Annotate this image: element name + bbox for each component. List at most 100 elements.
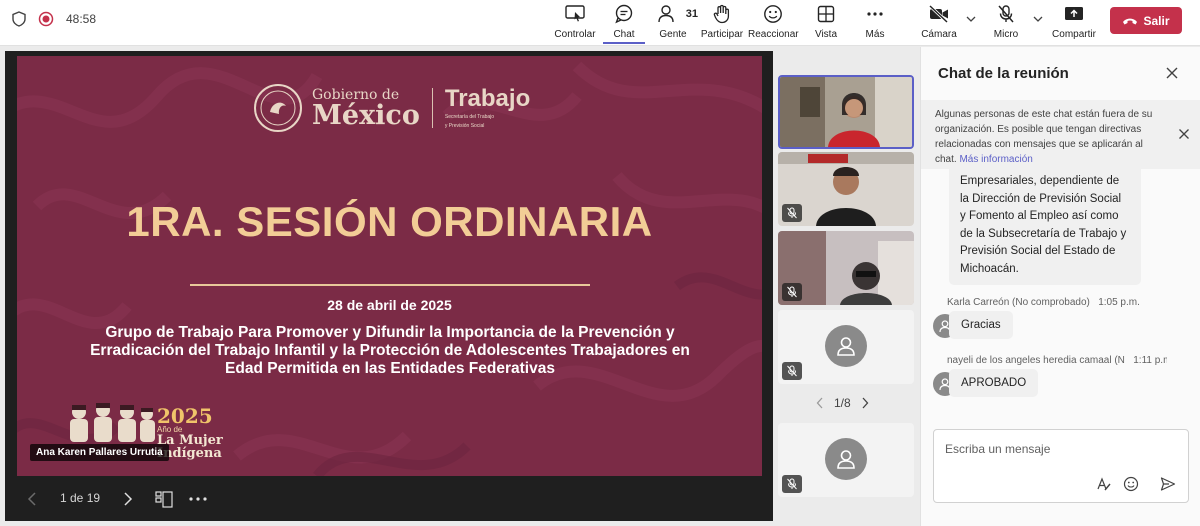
chat-button[interactable]: Chat — [599, 4, 649, 44]
message-compose-box[interactable]: Escriba un mensaje — [933, 429, 1189, 503]
mic-off-icon — [787, 207, 797, 219]
send-icon[interactable] — [1160, 476, 1176, 492]
more-button[interactable]: Más — [850, 4, 900, 40]
mic-label: Micro — [993, 29, 1019, 40]
people-label: Gente — [659, 29, 687, 40]
message-meta: nayeli de los angeles heredia camaal (N … — [947, 355, 1167, 366]
smiley-icon — [764, 5, 782, 23]
close-icon[interactable] — [1178, 128, 1190, 140]
person-icon — [837, 337, 855, 356]
people-icon — [658, 5, 674, 23]
indigenous-women-illustration — [70, 403, 155, 442]
logo-right-sub1: Secretaría del Trabajo — [444, 114, 495, 120]
presenter-name: Ana Karen Pallares Urrutia — [30, 444, 169, 461]
next-slide-icon[interactable] — [123, 492, 133, 506]
emoji-icon[interactable] — [1123, 476, 1139, 492]
logo-divider — [431, 88, 433, 128]
slide-more-icon[interactable] — [189, 497, 207, 501]
participant-tile[interactable] — [778, 310, 914, 384]
participant-gallery: 1/8 — [776, 72, 916, 524]
gob-wordmark: Gobierno de México — [312, 88, 420, 129]
mic-off-icon — [787, 478, 797, 490]
gallery-pager: 1/8 — [816, 396, 869, 410]
active-indicator — [603, 42, 645, 44]
logo-right: Trabajo — [444, 85, 531, 112]
chat-label: Chat — [613, 29, 635, 40]
logo-right-sub2: y Previsión Social — [444, 123, 485, 129]
person-icon — [837, 450, 855, 469]
slide-page-indicator: 1 de 19 — [60, 491, 101, 505]
mic-off-icon — [998, 5, 1014, 23]
more-label: Más — [865, 29, 885, 40]
compose-placeholder: Escriba un mensaje — [945, 442, 1051, 456]
gallery-next-icon[interactable] — [861, 397, 869, 409]
external-users-banner: Algunas personas de este chat están fuer… — [921, 100, 1200, 169]
avatar — [825, 438, 867, 480]
gallery-prev-icon[interactable] — [816, 397, 824, 409]
control-label: Controlar — [554, 29, 596, 40]
chat-panel: Chat de la reunión Algunas personas de e… — [920, 47, 1200, 526]
message-time: 1:05 p.m. — [1098, 297, 1140, 308]
more-info-link[interactable]: Más información — [959, 154, 1032, 165]
share-screen-control-icon — [565, 5, 585, 22]
meeting-timer: 48:58 — [66, 12, 97, 26]
slide-description: Grupo de Trabajo Para Promover y Difundi… — [90, 324, 690, 377]
leave-button[interactable]: Salir — [1110, 7, 1182, 34]
control-button[interactable]: Controlar — [550, 4, 600, 40]
recording-icon — [38, 11, 54, 27]
muted-indicator — [782, 362, 802, 380]
muted-indicator — [782, 475, 802, 493]
view-label: Vista — [814, 29, 838, 40]
camera-label: Cámara — [921, 29, 957, 40]
participant-tile[interactable] — [778, 423, 914, 497]
participant-video — [780, 77, 912, 147]
participant-tile[interactable] — [778, 152, 914, 226]
view-button[interactable]: Vista — [801, 4, 851, 40]
react-label: Reaccionar — [748, 29, 799, 40]
muted-indicator — [782, 283, 802, 301]
chat-message: APROBADO — [949, 369, 1039, 397]
message-meta: Karla Carreón (No comprobado) 1:05 p.m. — [947, 297, 1140, 308]
message-author: nayeli de los angeles heredia camaal (N — [947, 355, 1125, 366]
grid-view-icon — [817, 5, 835, 23]
muted-indicator — [782, 204, 802, 222]
message-author: Karla Carreón (No comprobado) — [947, 297, 1090, 308]
camera-button[interactable]: Cámara — [914, 4, 964, 40]
gallery-page: 1/8 — [834, 396, 851, 410]
leave-label: Salir — [1143, 13, 1170, 28]
slide-rule — [190, 284, 590, 286]
year-number: 2025 — [157, 404, 213, 428]
camera-off-icon — [928, 4, 949, 24]
participant-tile[interactable] — [778, 231, 914, 305]
camera-options-chevron-icon[interactable] — [965, 14, 977, 24]
people-button[interactable]: 31 Gente — [648, 4, 698, 40]
chat-title: Chat de la reunión — [938, 65, 1069, 82]
mic-button[interactable]: Micro — [981, 4, 1031, 40]
mic-options-chevron-icon[interactable] — [1032, 14, 1044, 24]
previous-slide-icon[interactable] — [27, 492, 37, 506]
meeting-status: 48:58 — [12, 11, 96, 27]
message-time: 1:11 p.m. — [1133, 355, 1167, 366]
chat-message: Empresariales, dependiente de la Direcci… — [949, 165, 1141, 285]
mic-off-icon — [787, 365, 797, 377]
trabajo-wordmark: Trabajo Secretaría del Trabajo y Previsi… — [444, 85, 531, 130]
format-icon[interactable] — [1096, 476, 1112, 492]
slide-thumbnails-icon[interactable] — [155, 491, 173, 508]
react-button[interactable]: Reaccionar — [748, 4, 799, 40]
shared-content-stage: Gobierno de México Trabajo Secretaría de… — [5, 51, 773, 521]
share-button[interactable]: Compartir — [1049, 4, 1099, 40]
slide-date: 28 de abril de 2025 — [327, 297, 452, 313]
government-logo: Gobierno de México Trabajo Secretaría de… — [252, 82, 530, 134]
raise-hand-label: Participar — [700, 29, 744, 40]
slide-title: 1RA. SESIÓN ORDINARIA — [126, 198, 653, 245]
raise-hand-button[interactable]: Participar — [697, 4, 747, 40]
slide-controls: 1 de 19 — [5, 476, 773, 521]
avatar — [825, 325, 867, 367]
close-icon[interactable] — [1165, 66, 1179, 80]
raise-hand-icon — [713, 4, 730, 24]
chat-icon — [615, 4, 633, 24]
more-icon — [867, 12, 883, 16]
participant-tile[interactable] — [778, 75, 914, 149]
logo-line2: México — [312, 99, 420, 131]
people-icon-group: 31 — [648, 4, 698, 24]
